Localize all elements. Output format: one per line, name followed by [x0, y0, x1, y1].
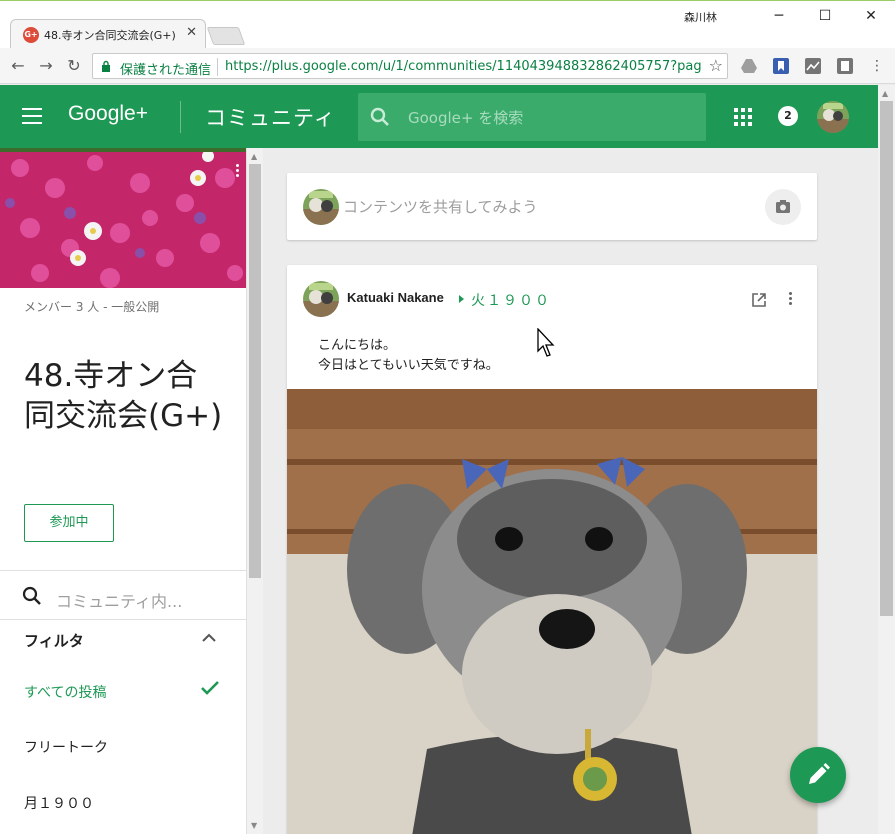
drive-icon[interactable]: [740, 57, 758, 75]
avatar: [303, 189, 339, 225]
joined-button[interactable]: 参加中: [24, 504, 114, 542]
search-input[interactable]: Google+ を検索: [358, 93, 706, 141]
compose-button[interactable]: [790, 747, 846, 803]
post-text-line: こんにちは。: [318, 338, 397, 353]
close-window-button[interactable]: ✕: [848, 1, 894, 31]
star-icon[interactable]: ☆: [709, 56, 723, 75]
tab-title: 48.寺オン合同交流会(G+): [44, 29, 176, 42]
browser-tab[interactable]: G+ 48.寺オン合同交流会(G+) ✕: [10, 19, 206, 49]
reload-icon[interactable]: ↻: [63, 55, 85, 77]
post-more-icon[interactable]: [789, 292, 793, 307]
community-sidebar: メンバー 3 人 - 一般公開 48.寺オン合同交流会(G+) 参加中 コミュニ…: [0, 148, 247, 834]
gplus-favicon-icon: G+: [23, 27, 39, 43]
bookmark-icon[interactable]: [772, 57, 790, 75]
sidebar-divider: [0, 619, 246, 620]
browser-toolbar: ← → ↻ 保護された通信 https://plus.google.com/u/…: [0, 48, 895, 84]
filter-item-monday[interactable]: 月１９００: [24, 793, 94, 813]
forward-icon[interactable]: →: [35, 55, 57, 77]
sidebar-scrollbar[interactable]: ▲ ▼: [247, 148, 263, 834]
header-divider: [180, 101, 181, 133]
check-icon: [201, 681, 219, 695]
cover-more-icon[interactable]: [236, 164, 240, 179]
sidebar-divider: [0, 570, 246, 571]
section-title: コミュニティ: [205, 106, 336, 130]
post-author-name[interactable]: Katuaki Nakane: [347, 290, 444, 305]
search-icon: [370, 107, 389, 126]
filter-title[interactable]: フィルタ: [24, 630, 84, 651]
community-search-input[interactable]: コミュニティ内...: [56, 588, 182, 612]
open-in-new-icon[interactable]: [751, 292, 767, 308]
member-info: メンバー 3 人 - 一般公開: [24, 300, 160, 314]
share-placeholder[interactable]: コンテンツを共有してみよう: [343, 196, 538, 217]
gplus-logo[interactable]: Google+: [68, 102, 148, 126]
browser-window: G+ 48.寺オン合同交流会(G+) ✕ 森川林 ─ ☐ ✕ ← → ↻ 保護さ…: [0, 0, 895, 834]
post-photo[interactable]: [287, 389, 817, 834]
menu-dots-icon[interactable]: ⋮: [866, 55, 888, 77]
mouse-cursor-icon: [537, 328, 555, 357]
sidebar-scroll-thumb[interactable]: [249, 164, 261, 578]
back-icon[interactable]: ←: [7, 55, 29, 77]
gplus-header: Google+ コミュニティ Google+ を検索 2: [0, 85, 878, 148]
hamburger-menu-icon[interactable]: [22, 108, 42, 124]
chart-icon[interactable]: [804, 57, 822, 75]
page-scrollbar[interactable]: ▲: [878, 85, 895, 834]
apps-grid-icon[interactable]: [734, 108, 752, 126]
community-search-icon[interactable]: [22, 586, 42, 606]
chevron-up-icon[interactable]: [202, 633, 216, 643]
omnibox-separator: [217, 58, 218, 76]
title-bar: G+ 48.寺オン合同交流会(G+) ✕ 森川林 ─ ☐ ✕: [0, 0, 895, 49]
search-placeholder: Google+ を検索: [408, 109, 524, 127]
community-name: 48.寺オン合同交流会(G+): [24, 358, 223, 434]
address-bar[interactable]: 保護された通信 https://plus.google.com/u/1/comm…: [92, 53, 728, 79]
post-author-avatar[interactable]: [303, 281, 339, 317]
account-avatar[interactable]: [817, 101, 849, 133]
filter-item-all-posts[interactable]: すべての投稿: [24, 682, 106, 702]
url-text[interactable]: https://plus.google.com/u/1/communities/…: [225, 59, 701, 74]
secure-label: 保護された通信: [120, 63, 212, 78]
clip-icon[interactable]: [836, 57, 854, 75]
new-tab-button[interactable]: [206, 27, 246, 45]
notification-badge[interactable]: 2: [778, 106, 798, 126]
page-scroll-thumb[interactable]: [880, 101, 893, 616]
profile-name[interactable]: 森川林: [684, 9, 717, 25]
camera-button[interactable]: [765, 189, 801, 225]
lock-icon: [102, 60, 110, 72]
minimize-button[interactable]: ─: [756, 1, 802, 31]
post-category[interactable]: 火１９００: [471, 290, 551, 310]
arrow-right-icon: [459, 295, 464, 303]
share-box[interactable]: コンテンツを共有してみよう: [287, 173, 817, 240]
camera-icon: [776, 200, 790, 213]
maximize-button[interactable]: ☐: [802, 1, 848, 31]
filter-item-free-talk[interactable]: フリートーク: [24, 737, 108, 757]
pencil-icon: [809, 763, 830, 784]
tab-close-icon[interactable]: ✕: [186, 25, 197, 40]
community-cover-image: [0, 148, 246, 288]
post-text-line: 今日はとてもいい天気ですね。: [318, 358, 499, 373]
